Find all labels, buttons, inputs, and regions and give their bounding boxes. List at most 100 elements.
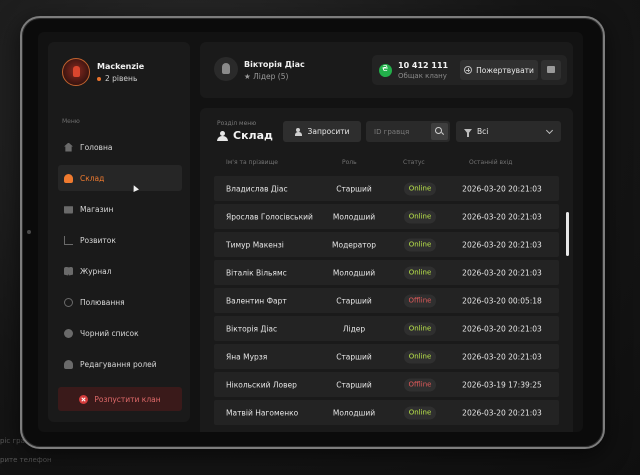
donate-label: Пожертвувати [476, 65, 534, 75]
currency-icon [379, 64, 392, 77]
member-role: Молодший [332, 408, 376, 417]
table-row[interactable]: Віталік Вільямс Молодший Online 2026-03-… [214, 260, 559, 285]
sidebar-item-hunt[interactable]: Полювання [58, 289, 182, 315]
clan-balance-value: 10 412 111 [398, 61, 449, 70]
member-role: Молодший [332, 268, 376, 277]
column-header: Статус [403, 159, 425, 166]
plus-circle-icon [464, 66, 473, 74]
member-name: Владислав Діас [226, 184, 288, 193]
status-badge: Online [404, 266, 436, 279]
table-row[interactable]: Матвій Нагоменко Молодший Online 2026-03… [214, 400, 559, 425]
hunt-icon [64, 297, 73, 307]
last-login: 2026-03-20 20:21:03 [462, 240, 542, 249]
disband-clan-button[interactable]: Розпустити клан [58, 387, 182, 411]
player-search [366, 121, 450, 142]
home-icon [64, 142, 73, 152]
table-scrollbar[interactable] [566, 212, 569, 256]
last-login: 2026-03-20 00:05:18 [462, 296, 542, 305]
leader-role-text: Лідер (5) [253, 72, 289, 81]
column-header: Ім'я та прізвище [226, 159, 278, 166]
column-header: Роль [342, 159, 357, 166]
member-role: Старший [336, 184, 372, 193]
journal-icon [64, 266, 73, 276]
clan-header: Вікторія Діас ★ Лідер (5) 10 412 111 Общ… [200, 42, 573, 98]
member-role: Молодший [332, 212, 376, 221]
store-icon [64, 206, 73, 214]
member-name: Яна Мурзя [226, 352, 268, 361]
last-login: 2026-03-20 20:21:03 [462, 184, 542, 193]
close-circle-icon [79, 394, 89, 404]
background-text: рите телефон [0, 456, 52, 464]
sidebar-item-label: Розвиток [80, 235, 116, 245]
filter-value: Всі [477, 127, 489, 136]
player-id-input[interactable] [366, 121, 428, 142]
tablet-camera [27, 230, 31, 234]
sidebar-item-label: Склад [80, 173, 105, 183]
donate-button[interactable]: Пожертвувати [460, 60, 538, 80]
section-label: Розділ меню [217, 120, 257, 127]
user-avatar [62, 58, 90, 86]
member-name: Тимур Макензі [226, 240, 284, 249]
clan-screen: Mackenzie 2 рівень Меню Головна Склад Ма… [38, 32, 583, 432]
last-login: 2026-03-20 20:21:03 [462, 324, 542, 333]
status-badge: Offline [404, 378, 436, 391]
table-row[interactable]: Нікольский Ловер Старший Offline 2026-03… [214, 372, 559, 397]
page-title: Склад [217, 129, 273, 142]
member-name: Матвій Нагоменко [226, 408, 299, 417]
leader-role: ★ Лідер (5) [244, 72, 288, 81]
sidebar-item-blacklist[interactable]: Чорний список [58, 320, 182, 346]
members-table: Владислав Діас Старший Online 2026-03-20… [214, 176, 559, 428]
wallet-button[interactable] [541, 60, 561, 80]
blacklist-icon [64, 328, 73, 338]
page-title-text: Склад [233, 129, 273, 142]
sidebar-item-journal[interactable]: Журнал [58, 258, 182, 284]
invite-button[interactable]: Запросити [283, 121, 361, 142]
table-row[interactable]: Валентин Фарт Старший Offline 2026-03-20… [214, 288, 559, 313]
last-login: 2026-03-20 20:21:03 [462, 352, 542, 361]
table-header: Ім'я та прізвище Роль Статус Останній вх… [214, 159, 559, 171]
level-dot-icon [97, 76, 101, 81]
status-badge: Online [404, 238, 436, 251]
growth-icon [64, 235, 73, 245]
status-filter-select[interactable]: Всі [456, 121, 561, 142]
table-row[interactable]: Ярослав Голосівський Молодший Online 202… [214, 204, 559, 229]
column-header: Останній вхід [469, 159, 513, 166]
sidebar: Mackenzie 2 рівень Меню Головна Склад Ма… [48, 42, 190, 422]
chevron-down-icon [545, 126, 554, 135]
roster-panel: Розділ меню Склад Запросити Всі Ім'я та … [200, 108, 573, 432]
table-row[interactable]: Вікторія Діас Лідер Online 2026-03-20 20… [214, 316, 559, 341]
sidebar-item-label: Журнал [80, 266, 112, 276]
add-user-icon [294, 127, 303, 136]
member-name: Нікольский Ловер [226, 380, 297, 389]
leader-avatar [214, 57, 238, 81]
filter-icon [464, 129, 472, 137]
status-badge: Online [404, 182, 436, 195]
sidebar-item-label: Чорний список [80, 328, 139, 338]
table-row[interactable]: Тимур Макензі Модератор Online 2026-03-2… [214, 232, 559, 257]
status-badge: Online [404, 210, 436, 223]
menu-title: Меню [62, 118, 80, 125]
sidebar-item-label: Головна [80, 142, 113, 152]
sidebar-item-roster[interactable]: Склад [58, 165, 182, 191]
people-icon [64, 173, 73, 183]
user-level: 2 рівень [97, 74, 137, 83]
member-role: Модератор [332, 240, 376, 249]
sidebar-item-label: Магазин [80, 204, 114, 214]
search-button[interactable] [431, 123, 448, 140]
member-name: Вікторія Діас [226, 324, 278, 333]
leader-name: Вікторія Діас [244, 60, 305, 69]
last-login: 2026-03-20 20:21:03 [462, 268, 542, 277]
table-row[interactable]: Яна Мурзя Старший Online 2026-03-20 20:2… [214, 344, 559, 369]
sidebar-item-label: Редагування ролей [80, 359, 157, 369]
member-name: Віталік Вільямс [226, 268, 287, 277]
sidebar-item-store[interactable]: Магазин [58, 196, 182, 222]
sidebar-item-home[interactable]: Головна [58, 134, 182, 160]
disband-clan-label: Розпустити клан [94, 394, 161, 404]
status-badge: Online [404, 406, 436, 419]
people-icon [217, 130, 228, 141]
sidebar-item-roles[interactable]: Редагування ролей [58, 351, 182, 377]
table-row[interactable]: Владислав Діас Старший Online 2026-03-20… [214, 176, 559, 201]
sidebar-item-growth[interactable]: Розвиток [58, 227, 182, 253]
user-level-text: 2 рівень [105, 74, 138, 83]
member-name: Валентин Фарт [226, 296, 287, 305]
